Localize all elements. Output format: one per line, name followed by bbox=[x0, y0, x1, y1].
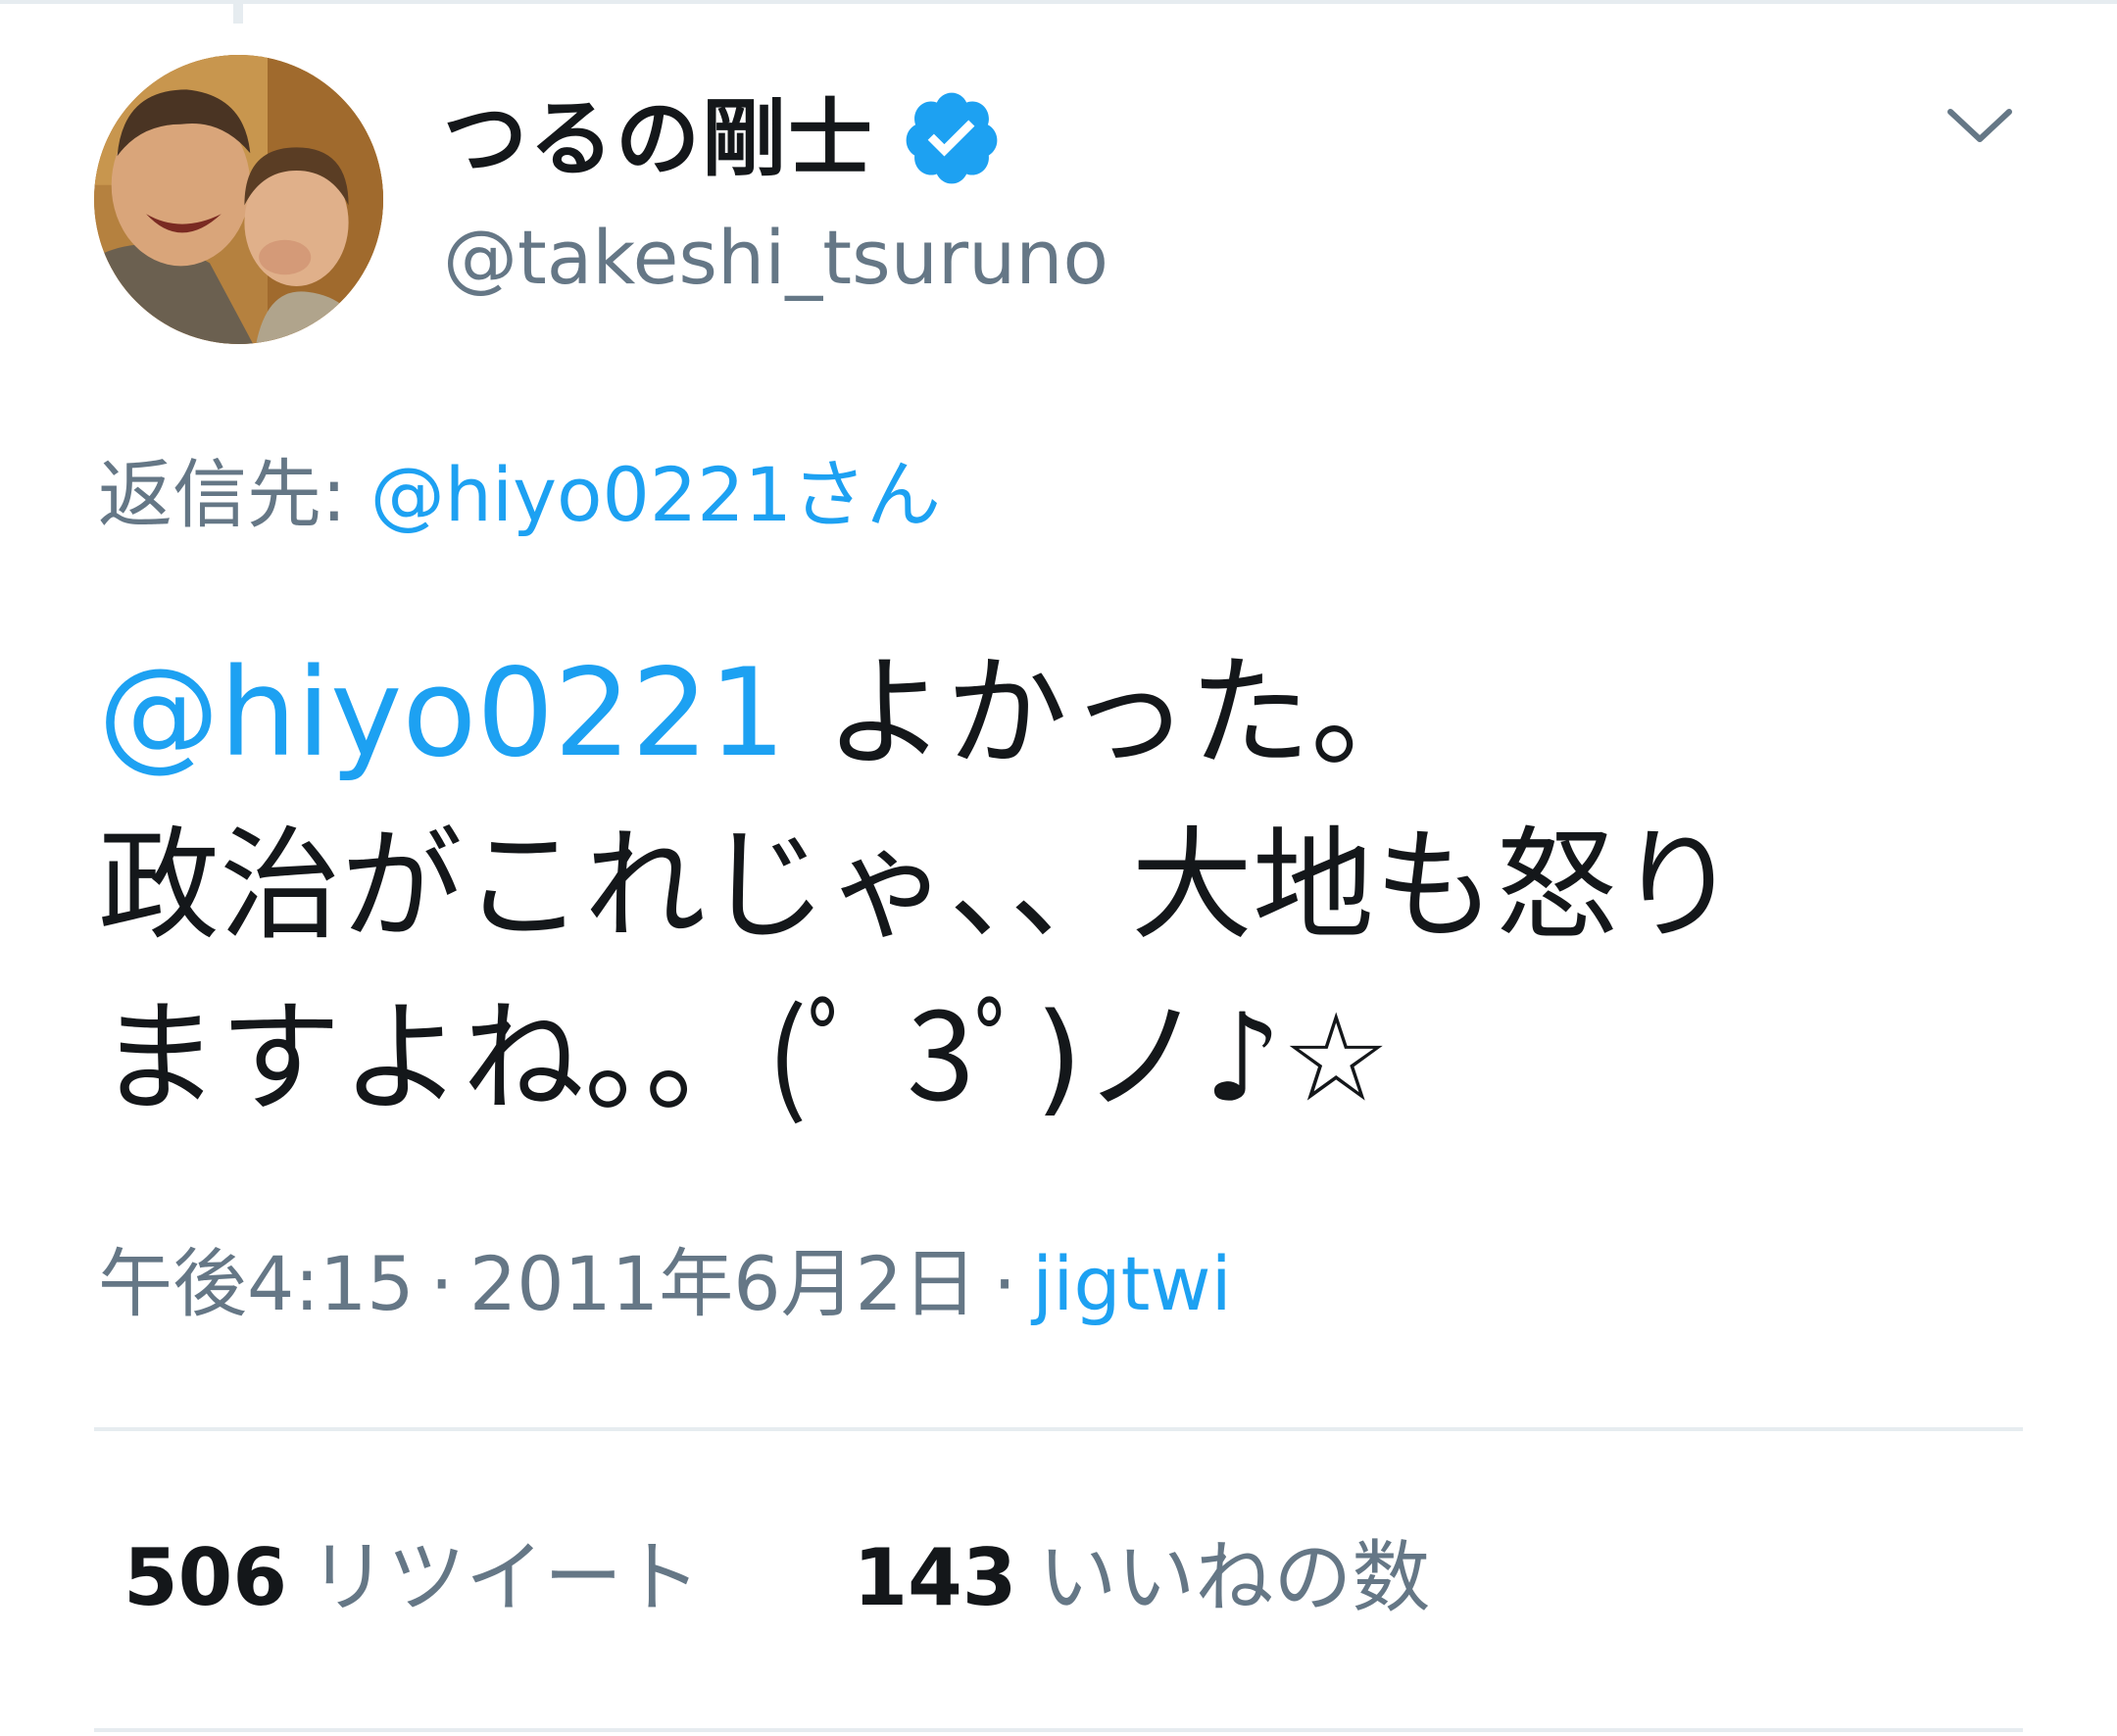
tweet-source-link[interactable]: jigtwi bbox=[1032, 1240, 1232, 1327]
author-handle[interactable]: @takeshi_tsuruno bbox=[443, 214, 1108, 302]
avatar[interactable] bbox=[94, 55, 383, 344]
tweet-mention[interactable]: @hiyo0221 bbox=[98, 643, 786, 784]
tweet-date[interactable]: 2011年6月2日 bbox=[469, 1240, 977, 1327]
likes-label: いいねの数 bbox=[1038, 1532, 1431, 1623]
retweets-label: リツイート bbox=[309, 1532, 701, 1623]
top-border bbox=[0, 0, 2117, 4]
tweet-line-1-text: よかった。 bbox=[785, 643, 1433, 784]
verified-badge-icon bbox=[900, 86, 1004, 190]
chevron-down-icon[interactable] bbox=[1941, 94, 2019, 153]
tweet-stats: 506 リツイート 143 いいねの数 bbox=[123, 1529, 1430, 1627]
tweet-time[interactable]: 午後4:15 bbox=[98, 1240, 415, 1327]
avatar-photo bbox=[94, 55, 383, 344]
retweets-count: 506 bbox=[123, 1532, 287, 1623]
tweet-meta: 午後4:15 · 2011年6月2日 · jigtwi bbox=[98, 1235, 1232, 1333]
reply-to-handle[interactable]: @hiyo0221 bbox=[370, 451, 792, 538]
tweet-text: @hiyo0221 よかった。 政治がこれじゃ、、大地も怒り ますよね。。(ﾟ … bbox=[98, 627, 2019, 1145]
divider bbox=[94, 1728, 2023, 1732]
likes-stat[interactable]: 143 いいねの数 bbox=[853, 1529, 1430, 1627]
retweets-stat[interactable]: 506 リツイート bbox=[123, 1529, 701, 1627]
display-name[interactable]: つるの剛士 bbox=[443, 90, 874, 188]
tweet-line-1: @hiyo0221 よかった。 bbox=[98, 627, 2019, 800]
reply-to-mention[interactable]: @hiyo0221さん bbox=[370, 451, 941, 538]
tweet-line-3: ますよね。。(ﾟ 3ﾟ)ノ♪☆ bbox=[98, 988, 1391, 1129]
reply-suffix[interactable]: さん bbox=[792, 451, 941, 538]
divider bbox=[94, 1427, 2023, 1431]
reply-context: 返信先: @hiyo0221さん bbox=[98, 446, 941, 544]
tweet-line-2: 政治がこれじゃ、、大地も怒り bbox=[98, 816, 1740, 957]
reply-prefix: 返信先: bbox=[98, 451, 347, 538]
meta-separator: · bbox=[429, 1240, 454, 1327]
meta-separator: · bbox=[992, 1240, 1017, 1327]
scroll-indicator bbox=[233, 0, 243, 24]
likes-count: 143 bbox=[853, 1532, 1017, 1623]
